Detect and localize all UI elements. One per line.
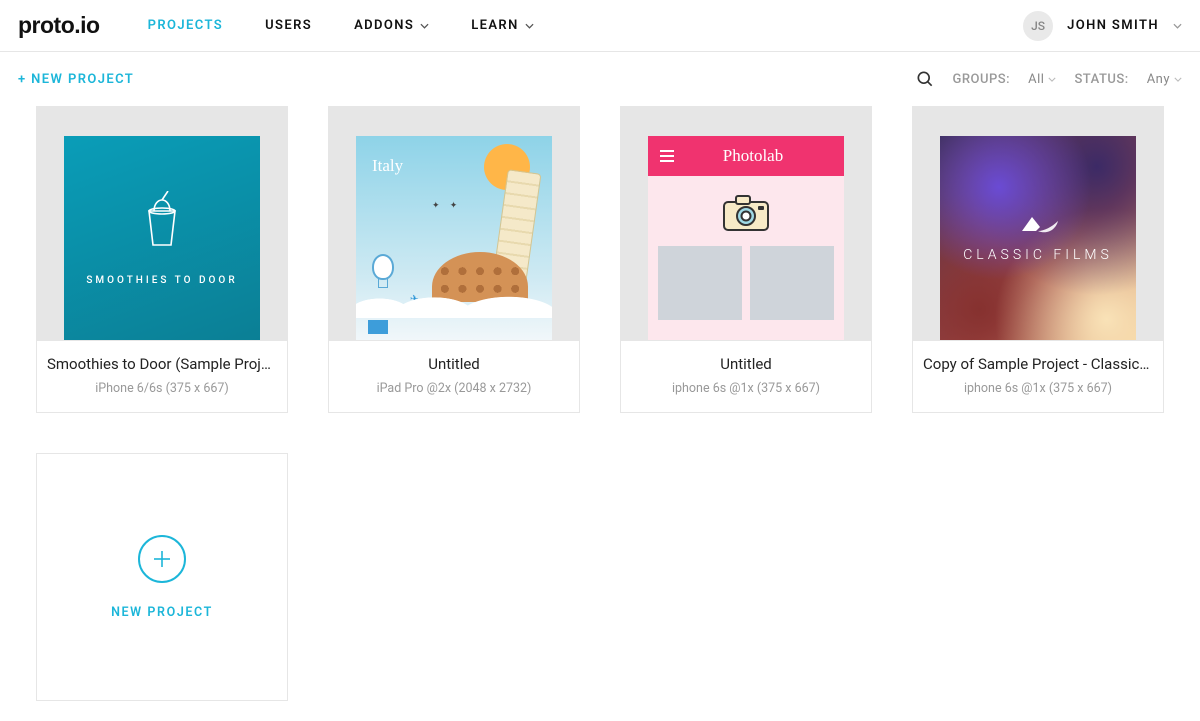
project-thumbnail: Italy ✦ ✦ ✈ — [329, 107, 579, 341]
photo-tiles — [648, 246, 844, 320]
project-title: Smoothies to Door (Sample Project) — [47, 355, 277, 373]
camera-icon — [722, 194, 770, 232]
smoothie-cup-icon — [139, 191, 185, 249]
chevron-down-icon — [1173, 23, 1182, 29]
project-card[interactable]: Photolab — [620, 106, 872, 413]
hamburger-icon — [660, 150, 674, 162]
brand-name: proto.io — [18, 12, 100, 38]
project-thumbnail: CLASSIC FILMS — [913, 107, 1163, 341]
chevron-down-icon — [420, 23, 429, 29]
birds-icon: ✦ ✦ — [432, 201, 461, 211]
balloon-icon — [372, 254, 394, 280]
nav-projects[interactable]: PROJECTS — [148, 18, 223, 33]
project-thumbnail: SMOOTHIES TO DOOR — [37, 107, 287, 341]
project-title: Untitled — [631, 355, 861, 373]
photo-tile — [658, 246, 742, 320]
chevron-down-icon — [525, 23, 534, 29]
project-subtitle: iphone 6s @1x (375 x 667) — [923, 381, 1153, 396]
project-thumbnail: Photolab — [621, 107, 871, 341]
new-project-button[interactable]: + NEW PROJECT — [18, 72, 134, 87]
brand-logo[interactable]: proto.io — [18, 12, 100, 39]
project-card[interactable]: CLASSIC FILMS Copy of Sample Project - C… — [912, 106, 1164, 413]
thumb-caption: Italy — [372, 156, 403, 176]
filters: GROUPS: All STATUS: Any — [915, 69, 1182, 89]
film-logo-icon — [1016, 213, 1060, 237]
thumb-caption: Photolab — [674, 146, 832, 166]
status-filter[interactable]: Any — [1147, 72, 1182, 87]
thumb-caption: SMOOTHIES TO DOOR — [86, 275, 237, 286]
thumb-footer-mark — [368, 320, 388, 334]
projects-toolbar: + NEW PROJECT GROUPS: All STATUS: Any — [0, 52, 1200, 106]
project-meta: Copy of Sample Project - Classic Films i… — [913, 341, 1163, 412]
top-nav: proto.io PROJECTS USERS ADDONS LEARN JS … — [0, 0, 1200, 52]
plus-icon — [138, 535, 186, 583]
status-label: STATUS: — [1074, 72, 1128, 87]
project-meta: Smoothies to Door (Sample Project) iPhon… — [37, 341, 287, 412]
primary-nav: PROJECTS USERS ADDONS LEARN — [148, 18, 1024, 33]
photo-tile — [750, 246, 834, 320]
project-subtitle: iPhone 6/6s (375 x 667) — [47, 381, 277, 396]
projects-grid: SMOOTHIES TO DOOR Smoothies to Door (Sam… — [0, 106, 1200, 721]
project-title: Untitled — [339, 355, 569, 373]
project-subtitle: iPad Pro @2x (2048 x 2732) — [339, 381, 569, 396]
search-icon[interactable] — [915, 69, 935, 89]
nav-addons[interactable]: ADDONS — [354, 18, 429, 33]
clouds-icon — [356, 290, 552, 318]
groups-label: GROUPS: — [953, 72, 1011, 87]
groups-filter[interactable]: All — [1028, 72, 1056, 87]
project-card[interactable]: SMOOTHIES TO DOOR Smoothies to Door (Sam… — [36, 106, 288, 413]
project-meta: Untitled iPad Pro @2x (2048 x 2732) — [329, 341, 579, 412]
nav-users[interactable]: USERS — [265, 18, 312, 33]
project-card[interactable]: Italy ✦ ✦ ✈ Untitled iPad Pro @2x (2048 … — [328, 106, 580, 413]
avatar: JS — [1023, 11, 1053, 41]
user-name: JOHN SMITH — [1067, 18, 1159, 33]
nav-learn[interactable]: LEARN — [471, 18, 534, 33]
project-title: Copy of Sample Project - Classic Films — [923, 355, 1153, 373]
thumb-caption: CLASSIC FILMS — [963, 247, 1113, 263]
user-menu[interactable]: JS JOHN SMITH — [1023, 11, 1182, 41]
new-project-card[interactable]: NEW PROJECT — [36, 453, 288, 701]
photolab-header: Photolab — [648, 136, 844, 176]
project-subtitle: iphone 6s @1x (375 x 667) — [631, 381, 861, 396]
project-meta: Untitled iphone 6s @1x (375 x 667) — [621, 341, 871, 412]
new-project-label: NEW PROJECT — [111, 605, 213, 620]
